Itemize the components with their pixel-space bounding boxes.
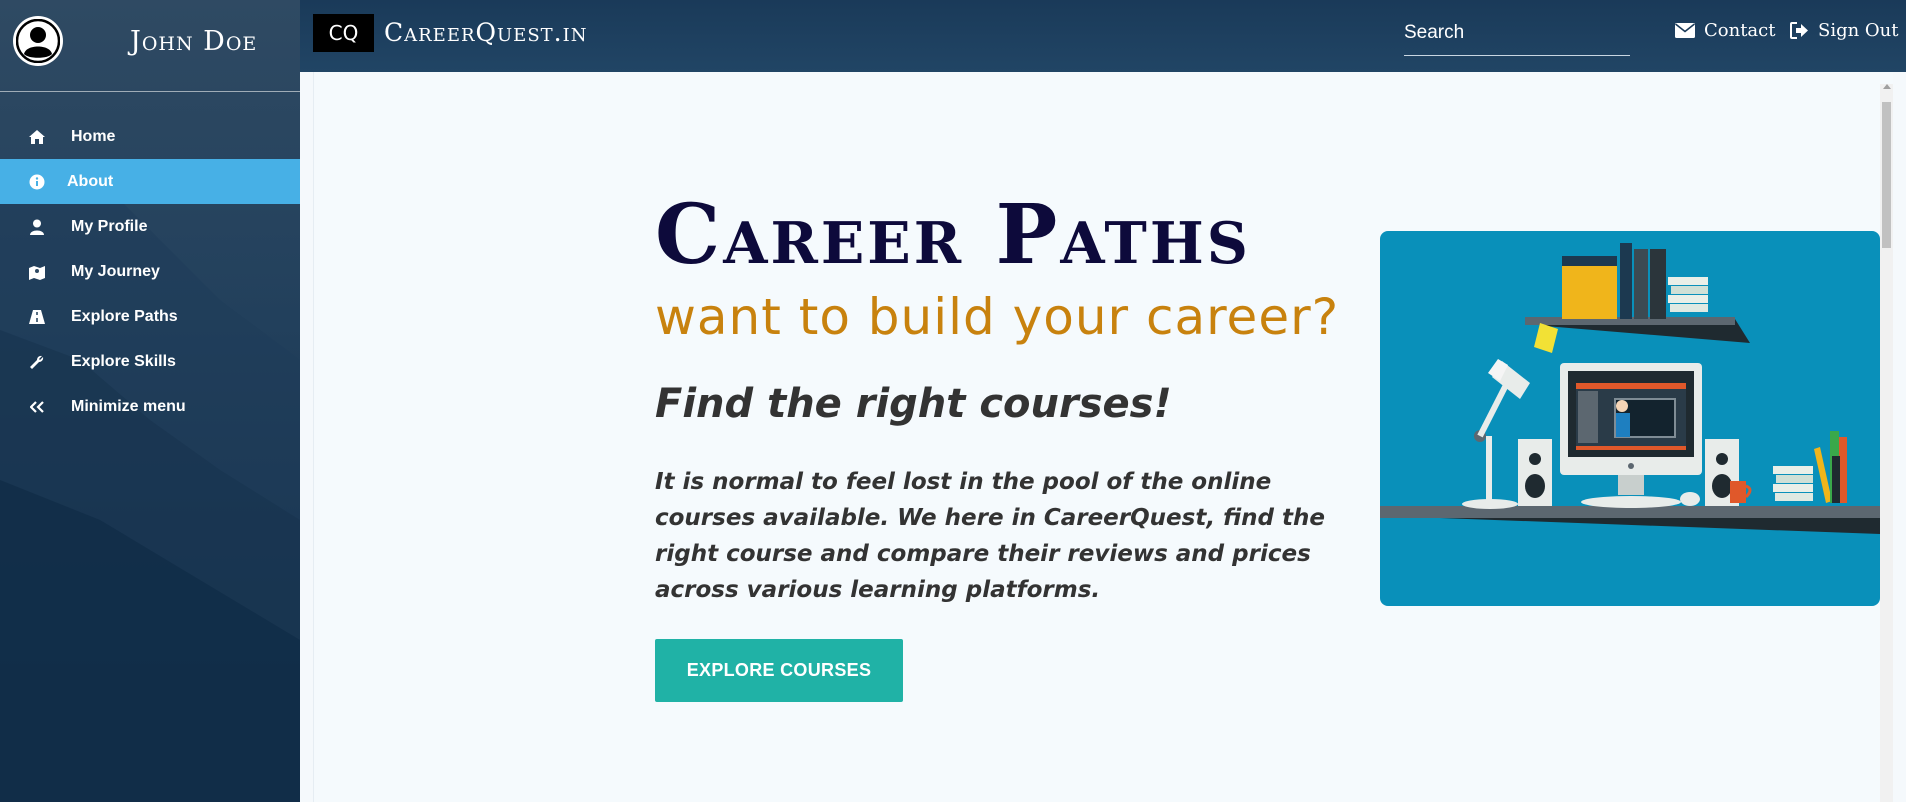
sidebar: John Doe Home About My Profile My Journe… (0, 0, 300, 802)
user-name: John Doe (130, 26, 258, 57)
sidebar-item-minimize-menu[interactable]: Minimize menu (0, 384, 300, 429)
vertical-scrollbar[interactable] (1880, 84, 1893, 802)
user-avatar-icon (16, 19, 60, 63)
info-icon (27, 173, 47, 191)
sign-out-label: Sign Out (1818, 20, 1899, 41)
page-title: Career Paths (655, 187, 1251, 283)
sign-out-link[interactable]: Sign Out (1790, 20, 1899, 41)
sidebar-item-label: Explore Paths (71, 307, 178, 325)
sidebar-item-label: Minimize menu (71, 397, 186, 415)
sidebar-item-label: About (67, 172, 114, 190)
road-icon (27, 308, 47, 326)
hero-subtitle: Find the right courses! (655, 381, 1172, 427)
double-chevron-left-icon (27, 398, 47, 416)
avatar[interactable] (13, 16, 63, 66)
sidebar-header: John Doe (0, 0, 300, 92)
brand-logo[interactable]: CQ (313, 14, 374, 52)
user-icon (27, 218, 47, 236)
sidebar-item-my-journey[interactable]: My Journey (0, 249, 300, 294)
scrollbar-thumb[interactable] (1882, 102, 1891, 248)
hero-tagline: want to build your career? (655, 288, 1340, 346)
sidebar-item-explore-skills[interactable]: Explore Skills (0, 339, 300, 384)
top-navbar: CQ CareerQuest.in Contact Sign Out (300, 0, 1906, 72)
contact-label: Contact (1704, 20, 1776, 41)
sidebar-item-label: My Journey (71, 262, 160, 280)
envelope-icon (1675, 23, 1695, 38)
home-icon (27, 128, 47, 146)
sidebar-item-explore-paths[interactable]: Explore Paths (0, 294, 300, 339)
sidebar-item-home[interactable]: Home (0, 114, 300, 159)
explore-courses-button[interactable]: EXPLORE COURSES (655, 639, 903, 702)
desk-workspace-illustration (1380, 243, 1880, 534)
hero-description: It is normal to feel lost in the pool of… (655, 469, 1325, 603)
sidebar-item-my-profile[interactable]: My Profile (0, 204, 300, 249)
map-icon (27, 263, 47, 281)
sidebar-item-label: Explore Skills (71, 352, 176, 370)
sidebar-item-label: My Profile (71, 217, 148, 235)
sign-out-icon (1790, 22, 1809, 39)
search-input[interactable] (1404, 14, 1630, 56)
scroll-up-arrow-icon[interactable] (1883, 84, 1891, 89)
wrench-icon (27, 353, 47, 371)
about-section: Career Paths want to build your career? … (313, 72, 1893, 802)
brand-name[interactable]: CareerQuest.in (384, 18, 587, 47)
main-content: Career Paths want to build your career? … (300, 72, 1906, 802)
sidebar-item-label: Home (71, 127, 116, 145)
sidebar-item-about[interactable]: About (0, 159, 300, 204)
contact-link[interactable]: Contact (1675, 20, 1775, 41)
sidebar-nav: Home About My Profile My Journey Explore… (0, 114, 300, 429)
hero-illustration (1380, 231, 1880, 606)
